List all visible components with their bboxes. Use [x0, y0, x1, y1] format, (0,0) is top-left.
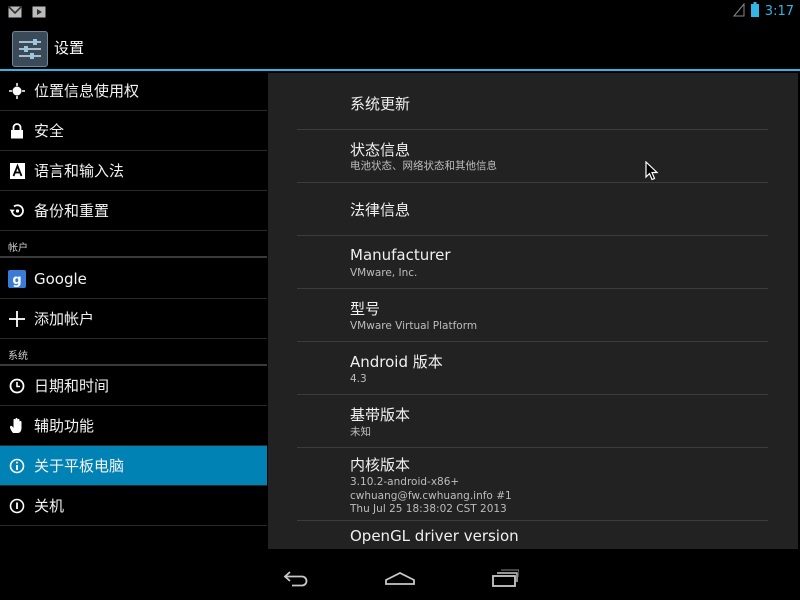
sidebar-item-accessibility[interactable]: 辅助功能: [0, 406, 267, 446]
home-icon[interactable]: [380, 564, 420, 592]
sidebar-item-label: 关于平板电脑: [34, 457, 125, 475]
sidebar-item-label: 添加帐户: [34, 310, 95, 328]
row-title: 状态信息: [350, 141, 411, 159]
row-title: OpenGL driver version: [350, 527, 519, 545]
row-opengl-driver: OpenGL driver version: [297, 521, 768, 549]
clock-time: 3:17: [764, 4, 794, 19]
about-tablet-panel: 系统更新 状态信息 电池状态、网络状态和其他信息 法律信息 Manufactur…: [268, 73, 798, 549]
sidebar-item-power-off[interactable]: 关机: [0, 486, 267, 526]
sidebar-item-label: 语言和输入法: [34, 162, 125, 180]
row-summary: 4.3: [350, 373, 367, 385]
mouse-cursor-icon: [645, 160, 659, 185]
sidebar-item-label: 备份和重置: [34, 202, 110, 220]
sidebar-item-backup[interactable]: 备份和重置: [0, 191, 267, 231]
row-status-info[interactable]: 状态信息 电池状态、网络状态和其他信息: [297, 130, 768, 183]
row-baseband-version: 基带版本 未知: [297, 395, 768, 448]
row-legal-info[interactable]: 法律信息: [297, 183, 768, 236]
lock-icon: [0, 122, 34, 139]
sidebar-item-label: 安全: [34, 122, 65, 140]
sidebar-item-security[interactable]: 安全: [0, 111, 267, 151]
gmail-icon[interactable]: [8, 3, 22, 22]
row-summary-line: cwhuang@fw.cwhuang.info #1: [350, 489, 512, 502]
clock-icon: [0, 378, 34, 394]
row-title: Manufacturer: [350, 246, 451, 264]
sidebar-item-label: 位置信息使用权: [34, 82, 140, 100]
sidebar-item-date-time[interactable]: 日期和时间: [0, 366, 267, 406]
settings-sliders-icon[interactable]: [12, 31, 48, 67]
row-title: Android 版本: [350, 353, 443, 371]
row-kernel-version: 内核版本 3.10.2-android-x86+ cwhuang@fw.cwhu…: [297, 448, 768, 521]
sidebar-item-label: 日期和时间: [34, 377, 110, 395]
row-summary: VMware Virtual Platform: [350, 320, 478, 332]
row-android-version[interactable]: Android 版本 4.3: [297, 342, 768, 395]
section-header-system: 系统: [8, 351, 28, 362]
row-summary-line: Thu Jul 25 18:38:02 CST 2013: [350, 503, 507, 515]
row-title: 内核版本: [350, 456, 411, 474]
row-title: 法律信息: [350, 201, 411, 219]
row-model: 型号 VMware Virtual Platform: [297, 289, 768, 342]
keyboard-a-icon: [0, 162, 34, 179]
backup-restore-icon: [0, 203, 34, 219]
row-title: 型号: [350, 300, 381, 318]
hand-icon: [0, 417, 34, 435]
sidebar-item-google[interactable]: g Google: [0, 259, 267, 299]
signal-empty-icon: [732, 2, 745, 21]
back-icon[interactable]: [277, 564, 317, 592]
recent-apps-icon[interactable]: [484, 564, 524, 592]
info-icon: [0, 458, 34, 474]
navigation-bar: [0, 556, 800, 600]
row-summary: 电池状态、网络状态和其他信息: [350, 160, 497, 172]
sidebar-item-language[interactable]: 语言和输入法: [0, 151, 267, 191]
sidebar-item-about-tablet[interactable]: 关于平板电脑: [0, 446, 267, 486]
power-icon: [0, 498, 34, 514]
row-summary: VMware, Inc.: [350, 267, 418, 279]
sidebar-item-label: Google: [34, 269, 87, 288]
row-system-update[interactable]: 系统更新: [297, 73, 768, 130]
sidebar-item-add-account[interactable]: 添加帐户: [0, 299, 267, 339]
action-bar: 设置: [0, 22, 800, 69]
sidebar-item-label: 辅助功能: [34, 417, 95, 435]
sidebar-item-label: 关机: [34, 497, 65, 515]
row-summary-line: 3.10.2-android-x86+: [350, 476, 460, 488]
section-divider: [0, 256, 267, 258]
battery-icon: [750, 2, 759, 21]
svg-text:g: g: [12, 273, 21, 288]
google-icon: g: [0, 269, 34, 288]
plus-icon: [0, 310, 34, 327]
sidebar-item-location[interactable]: 位置信息使用权: [0, 71, 267, 111]
row-manufacturer: Manufacturer VMware, Inc.: [297, 236, 768, 289]
row-title: 基带版本: [350, 406, 411, 424]
row-title: 系统更新: [350, 95, 411, 113]
media-play-icon[interactable]: [32, 3, 46, 22]
location-icon: [0, 82, 34, 99]
section-header-accounts: 帐户: [8, 243, 28, 254]
row-summary: 未知: [350, 426, 371, 438]
status-bar: 3:17: [0, 0, 800, 22]
settings-sidebar: 位置信息使用权 安全 语言和输入法 备份和重置 帐户 g Google 添加帐户…: [0, 71, 267, 556]
page-title: 设置: [54, 39, 85, 57]
